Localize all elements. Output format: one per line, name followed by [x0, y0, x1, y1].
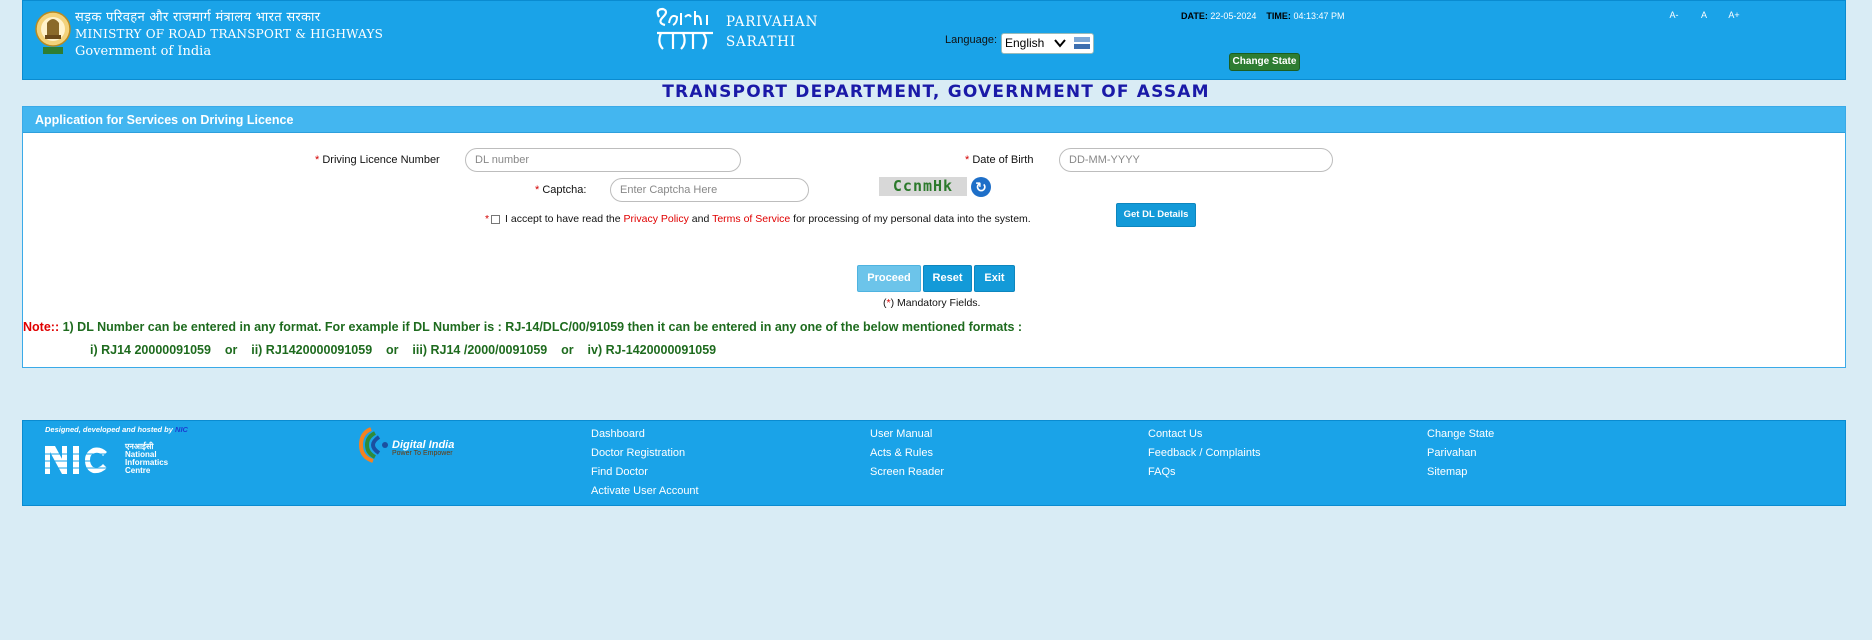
consent-and: and [691, 213, 710, 225]
date-value: 22-05-2024 [1210, 11, 1257, 21]
nic-logo-icon [45, 446, 115, 474]
ministry-hindi: सड़क परिवहन और राजमार्ग मंत्रालय भारत सर… [75, 10, 321, 25]
sarathi-label: SARATHI [726, 34, 796, 50]
nic-text: एनआईसी National Informatics Centre [125, 443, 168, 475]
national-emblem-icon [35, 11, 71, 54]
government-of-india: Government of India [75, 44, 212, 59]
date-time-display: DATE: 22-05-2024 TIME: 04:13:47 PM [1181, 11, 1344, 21]
dl-number-label-text: Driving Licence Number [322, 154, 440, 166]
parivahan-label: PARIVAHAN [726, 14, 819, 30]
footer-column-3: Contact Us Feedback / Complaints FAQs [1148, 425, 1261, 482]
note-line-1: Note:: 1) DL Number can be entered in an… [23, 320, 1022, 334]
dob-label-text: Date of Birth [972, 154, 1034, 166]
site-footer: Designed, developed and hosted by NIC एन… [22, 420, 1846, 506]
footer-link-find-doctor[interactable]: Find Doctor [591, 463, 699, 482]
footer-link-change-state[interactable]: Change State [1427, 425, 1494, 444]
department-title: TRANSPORT DEPARTMENT, GOVERNMENT OF ASSA… [662, 82, 1210, 102]
refresh-captcha-icon[interactable]: ↻ [971, 177, 991, 197]
footer-link-sitemap[interactable]: Sitemap [1427, 463, 1494, 482]
required-marker: * [965, 154, 970, 166]
footer-column-2: User Manual Acts & Rules Screen Reader [870, 425, 944, 482]
note-label: Note:: [23, 320, 60, 334]
footer-link-contact-us[interactable]: Contact Us [1148, 425, 1261, 444]
consent-prefix: I accept to have read the [505, 213, 621, 225]
ministry-english: MINISTRY OF ROAD TRANSPORT & HIGHWAYS [75, 27, 384, 41]
footer-column-1: Dashboard Doctor Registration Find Docto… [591, 425, 699, 501]
footer-link-doctor-registration[interactable]: Doctor Registration [591, 444, 699, 463]
captcha-image: CcnmHk [879, 177, 967, 196]
mandatory-fields-note: (*) Mandatory Fields. [883, 297, 981, 309]
consent-suffix: for processing of my personal data into … [793, 213, 1031, 225]
footer-link-screen-reader[interactable]: Screen Reader [870, 463, 944, 482]
cdac-logo-icon [1072, 35, 1092, 52]
panel-title: Application for Services on Driving Lice… [23, 107, 1845, 133]
footer-column-4: Change State Parivahan Sitemap [1427, 425, 1494, 482]
dl-number-input[interactable]: DL number [465, 148, 741, 172]
digital-india-tagline: Power To Empower [392, 450, 453, 457]
language-label: Language: [945, 34, 997, 46]
exit-button[interactable]: Exit [974, 265, 1015, 292]
date-label: DATE: [1181, 11, 1208, 21]
privacy-policy-link[interactable]: Privacy Policy [624, 213, 689, 225]
proceed-button[interactable]: Proceed [857, 265, 921, 292]
captcha-input[interactable]: Enter Captcha Here [610, 178, 809, 202]
font-normal-button[interactable]: A [1693, 10, 1715, 24]
sarathi-logo-icon [656, 7, 713, 50]
footer-link-parivahan[interactable]: Parivahan [1427, 444, 1494, 463]
font-increase-button[interactable]: A+ [1723, 10, 1745, 24]
reset-button[interactable]: Reset [923, 265, 972, 292]
dl-services-panel: Application for Services on Driving Lice… [22, 106, 1846, 368]
chevron-down-icon [1054, 39, 1066, 48]
designed-by-org: NIC [175, 425, 188, 434]
footer-link-acts-rules[interactable]: Acts & Rules [870, 444, 944, 463]
time-label: TIME: [1266, 11, 1291, 21]
footer-link-feedback-complaints[interactable]: Feedback / Complaints [1148, 444, 1261, 463]
footer-link-dashboard[interactable]: Dashboard [591, 425, 699, 444]
ministry-name: सड़क परिवहन और राजमार्ग मंत्रालय भारत सर… [75, 7, 383, 59]
get-dl-details-button[interactable]: Get DL Details [1116, 203, 1196, 227]
required-marker: * [485, 213, 490, 225]
captcha-label: * Captcha: [535, 184, 586, 196]
terms-of-service-link[interactable]: Terms of Service [712, 213, 790, 225]
nic-line-3: Centre [125, 466, 151, 475]
change-state-button[interactable]: Change State [1229, 53, 1300, 71]
dob-label: * Date of Birth [965, 154, 1033, 166]
designed-by-text: Designed, developed and hosted by NIC [45, 425, 188, 434]
consent-text: * I accept to have read the Privacy Poli… [485, 213, 1031, 225]
designed-by-label: Designed, developed and hosted by [45, 425, 173, 434]
footer-link-faqs[interactable]: FAQs [1148, 463, 1261, 482]
required-marker: * [315, 154, 320, 166]
note-line-2: i) RJ14 20000091059 or ii) RJ14200000910… [90, 343, 717, 357]
consent-checkbox[interactable] [491, 214, 501, 224]
footer-link-activate-user-account[interactable]: Activate User Account [591, 482, 699, 501]
language-selector[interactable]: English [1001, 33, 1094, 54]
required-marker: * [535, 184, 540, 196]
font-decrease-button[interactable]: A- [1663, 10, 1685, 24]
mandatory-marker: * [886, 297, 891, 309]
site-header: सड़क परिवहन और राजमार्ग मंत्रालय भारत सर… [22, 0, 1846, 80]
captcha-label-text: Captcha: [542, 184, 587, 196]
footer-link-user-manual[interactable]: User Manual [870, 425, 944, 444]
note-line-1-text: 1) DL Number can be entered in any forma… [62, 320, 1023, 334]
dob-input[interactable]: DD-MM-YYYY [1059, 148, 1333, 172]
dl-number-label: * Driving Licence Number [315, 154, 440, 166]
parivahan-sarathi-text: PARIVAHAN SARATHI [726, 12, 818, 52]
mandatory-text: Mandatory Fields. [897, 297, 981, 309]
time-value: 04:13:47 PM [1293, 11, 1345, 21]
